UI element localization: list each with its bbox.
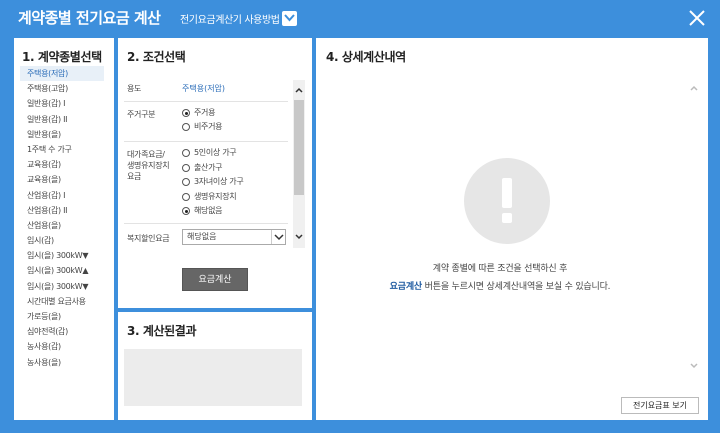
detail-message-text: 버튼을 누르시면 상세계산내역을 보실 수 있습니다. (422, 282, 611, 292)
chevron-down-icon (271, 230, 285, 244)
contract-type-item[interactable]: 일반용(갑) II (24, 112, 110, 127)
radio-label: 3자녀이상 가구 (194, 177, 244, 186)
detail-message-line2: 요금계산 버튼을 누르시면 상세계산내역을 보실 수 있습니다. (330, 279, 670, 292)
usage-value: 주택용(저압) (182, 84, 226, 93)
contract-type-item[interactable]: 농사용(을) (24, 355, 110, 370)
contract-type-item[interactable]: 임시(을) 300kW▲ (24, 263, 110, 278)
contract-type-title: 1. 계약종별선택 (22, 50, 102, 64)
radio-circle-icon (182, 192, 190, 201)
detail-title: 4. 상세계산내역 (326, 50, 406, 64)
radio-label: 출산가구 (194, 162, 223, 172)
contract-type-list: 주택용(저압) 주택용(고압) 일반용(갑) I 일반용(갑) II 일반용(을) 1주택… (20, 66, 110, 370)
divider (124, 141, 288, 142)
radio-circle-icon (182, 163, 190, 172)
window-title: 계약종별 전기요금 계산 (18, 9, 161, 27)
radio-label: 해당없음 (194, 206, 223, 215)
contract-type-item[interactable]: 주택용(고압) (24, 81, 110, 96)
scrollbar-thumb[interactable] (294, 100, 304, 195)
contract-type-item[interactable]: 농사용(갑) (24, 339, 110, 354)
contract-type-item[interactable]: 주택용(저압) (20, 66, 104, 82)
scroll-down-icon (295, 234, 303, 240)
divider (124, 223, 288, 224)
contract-type-item[interactable]: 교육용(갑) (24, 157, 110, 172)
radio-label: 5인이상 가구 (194, 148, 237, 157)
radio-option[interactable]: 해당없음 (182, 205, 223, 217)
radio-option[interactable]: 5인이상 가구 (182, 147, 237, 159)
contract-type-item[interactable]: 가로등(을) (24, 309, 110, 324)
welfare-select[interactable]: 해당없음 (182, 229, 286, 245)
radio-circle-icon (182, 149, 190, 157)
residence-label: 주거구분 (127, 110, 156, 119)
scroll-up-icon (295, 87, 303, 93)
radio-label: 주거용 (194, 108, 216, 117)
scroll-down-icon (690, 363, 698, 369)
calculate-link-text: 요금계산 (389, 282, 423, 292)
help-dropdown-button[interactable] (282, 11, 297, 26)
contract-type-item[interactable]: 산업용(갑) II (24, 203, 110, 218)
detail-scrollbar[interactable] (688, 82, 700, 372)
radio-option[interactable]: 3자녀이상 가구 (182, 176, 244, 188)
tariff-table-button[interactable]: 전기요금표 보기 (621, 397, 699, 414)
welfare-label: 복지할인요금 (127, 234, 170, 243)
radio-circle-icon (182, 109, 190, 117)
radio-option[interactable]: 생명유지장치 (182, 191, 237, 203)
chevron-down-icon (284, 14, 295, 22)
condition-title: 2. 조건선택 (127, 50, 186, 64)
radio-option[interactable]: 비주거용 (182, 121, 223, 133)
exclamation-icon (464, 158, 550, 244)
divider (124, 101, 288, 102)
detail-message-line1: 계약 종별에 따른 조건을 선택하신 후 (432, 264, 568, 274)
discount-label: 대가족요금/ 생명유지장치 요금 (127, 150, 170, 181)
calculate-button[interactable]: 요금계산 (182, 268, 248, 291)
condition-scrollbar[interactable] (293, 80, 305, 248)
title-bar: 계약종별 전기요금 계산 전기요금계산기 사용방법 (0, 0, 720, 36)
usage-label: 용도 (127, 84, 142, 93)
contract-type-item[interactable]: 임시(을) 300kW▼ (24, 279, 110, 294)
contract-type-item[interactable]: 임시(갑) (24, 233, 110, 248)
contract-type-item[interactable]: 산업용(갑) I (24, 188, 110, 203)
contract-type-item[interactable]: 일반용(을) (24, 127, 110, 142)
contract-type-item[interactable]: 산업용(을) (24, 218, 110, 233)
radio-label: 비주거용 (194, 122, 223, 131)
contract-type-item[interactable]: 교육용(을) (24, 172, 110, 187)
close-icon[interactable] (688, 9, 706, 27)
help-link[interactable]: 전기요금계산기 사용방법 (180, 11, 280, 26)
welfare-select-value: 해당없음 (187, 232, 217, 241)
scroll-up-icon (690, 85, 698, 91)
radio-circle-icon (182, 207, 190, 215)
radio-circle-icon (182, 178, 190, 186)
radio-option[interactable]: 주거용 (182, 107, 215, 119)
contract-type-item[interactable]: 일반용(갑) I (24, 96, 110, 111)
radio-label: 생명유지장치 (194, 191, 237, 201)
radio-circle-icon (182, 123, 190, 131)
result-box (124, 349, 302, 406)
contract-type-item[interactable]: 심야전력(갑) (24, 324, 110, 339)
contract-type-item[interactable]: 1주택 수 가구 (24, 142, 110, 157)
contract-type-item[interactable]: 임시(을) 300kW▼ (24, 248, 110, 263)
contract-type-item[interactable]: 시간대별 요금사용 (24, 294, 110, 309)
result-title: 3. 계산된결과 (127, 324, 197, 338)
radio-option[interactable]: 출산가구 (182, 162, 223, 174)
